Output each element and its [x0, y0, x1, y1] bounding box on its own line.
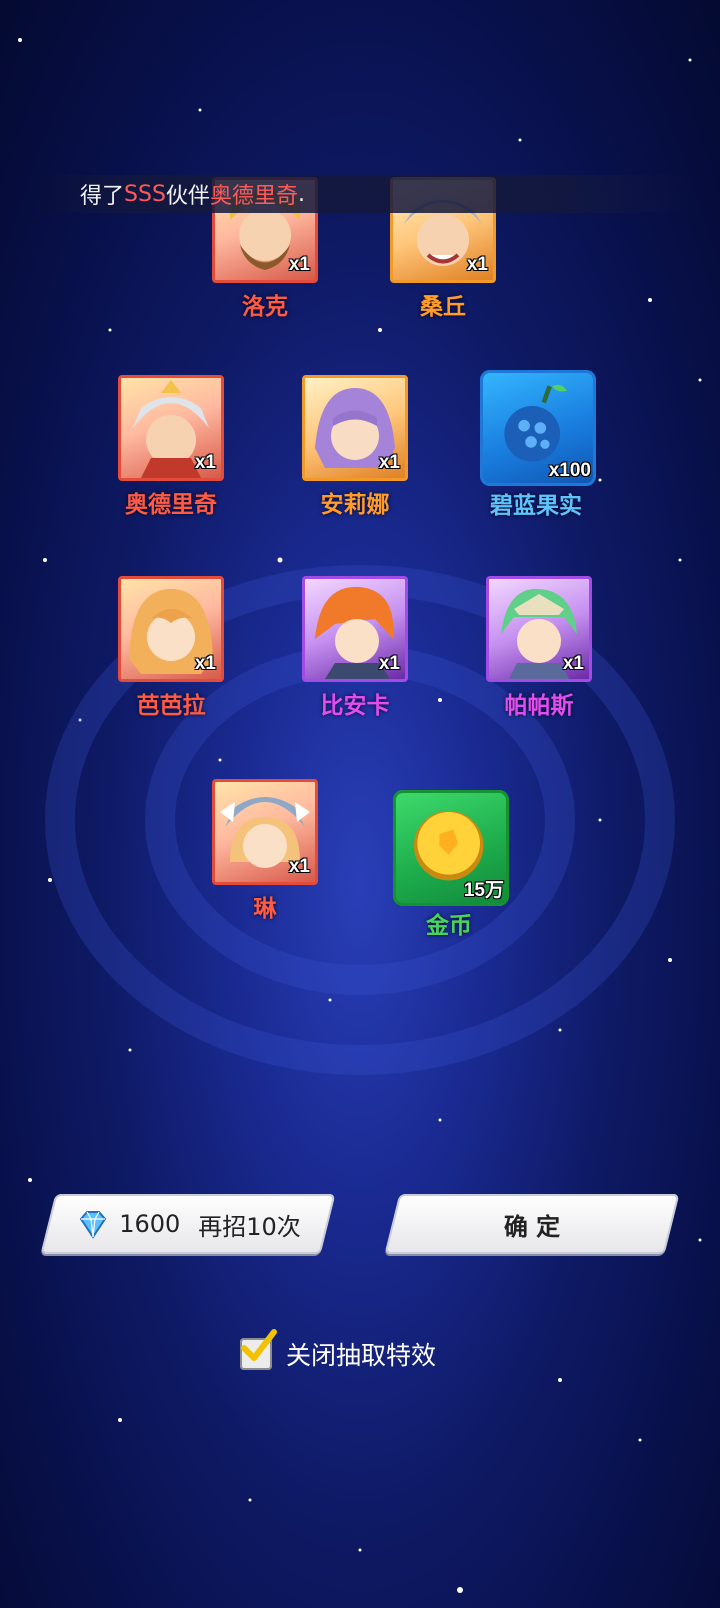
banner-prefix: 得了	[80, 184, 125, 209]
banner-hero-name: 奥德里奇	[209, 184, 298, 209]
disable-effects-toggle[interactable]: 关闭抽取特效	[240, 1329, 437, 1372]
quantity-label: x1	[466, 254, 488, 275]
quantity-label: x100	[548, 460, 591, 481]
quantity-label: x1	[378, 452, 400, 473]
banner-suffix: .	[297, 181, 305, 207]
hero-portrait-card: x1	[212, 779, 318, 885]
banner-middle: 伙伴	[165, 184, 210, 209]
hero-portrait-card: x1	[486, 576, 592, 682]
quantity-label: x1	[194, 653, 216, 674]
hero-portrait-card: x1	[118, 375, 224, 481]
reward-name: 碧蓝果实	[490, 493, 582, 519]
toggle-label: 关闭抽取特效	[286, 1341, 437, 1370]
checkmark-icon	[241, 1329, 277, 1361]
reward-item-biananka[interactable]: x1 比安卡	[299, 576, 411, 720]
quantity-label: x1	[378, 653, 400, 674]
quantity-label: x1	[288, 856, 310, 877]
recruit-label: 再招10次	[198, 1212, 301, 1241]
quantity-label: x1	[288, 254, 310, 275]
reward-name: 桑丘	[420, 294, 466, 320]
reward-item-papasi[interactable]: x1 帕帕斯	[483, 576, 595, 720]
reward-item-anlina[interactable]: x1 安莉娜	[299, 375, 411, 519]
diamond-icon	[79, 1211, 107, 1239]
reward-item-lin[interactable]: x1 琳	[209, 779, 321, 923]
hero-portrait-card: x1	[118, 576, 224, 682]
quantity-label: x1	[194, 452, 216, 473]
banner-rarity: SSS	[124, 181, 166, 207]
quantity-label: x1	[562, 653, 584, 674]
obtain-notice-banner: 得了 SSS 伙伴 奥德里奇.	[40, 175, 690, 213]
reward-item-aodeliqi[interactable]: x1 奥德里奇	[115, 375, 227, 519]
item-card: 15万	[393, 790, 509, 906]
reward-name: 金币	[426, 913, 472, 939]
reward-name: 安莉娜	[320, 492, 390, 518]
checkbox[interactable]	[240, 1329, 277, 1370]
reward-name: 比安卡	[320, 693, 390, 719]
reward-item-blue-fruit[interactable]: x100 碧蓝果实	[480, 370, 596, 520]
reward-name: 奥德里奇	[125, 492, 217, 518]
recruit-cost: 1600	[119, 1210, 181, 1238]
quantity-label: 15万	[463, 880, 504, 901]
item-card: x100	[480, 370, 596, 486]
recruit-again-button[interactable]: 1600 再招10次	[40, 1194, 336, 1254]
reward-item-gold-coin[interactable]: 15万 金币	[393, 790, 509, 940]
confirm-label: 确 定	[503, 1212, 561, 1241]
reward-name: 芭芭拉	[136, 693, 206, 719]
reward-name: 洛克	[242, 294, 288, 320]
reward-name: 帕帕斯	[504, 693, 574, 719]
reward-item-babala[interactable]: x1 芭芭拉	[115, 576, 227, 720]
confirm-button[interactable]: 确 定	[384, 1194, 680, 1254]
hero-portrait-card: x1	[302, 375, 408, 481]
reward-name: 琳	[253, 896, 277, 922]
hero-portrait-card: x1	[302, 576, 408, 682]
